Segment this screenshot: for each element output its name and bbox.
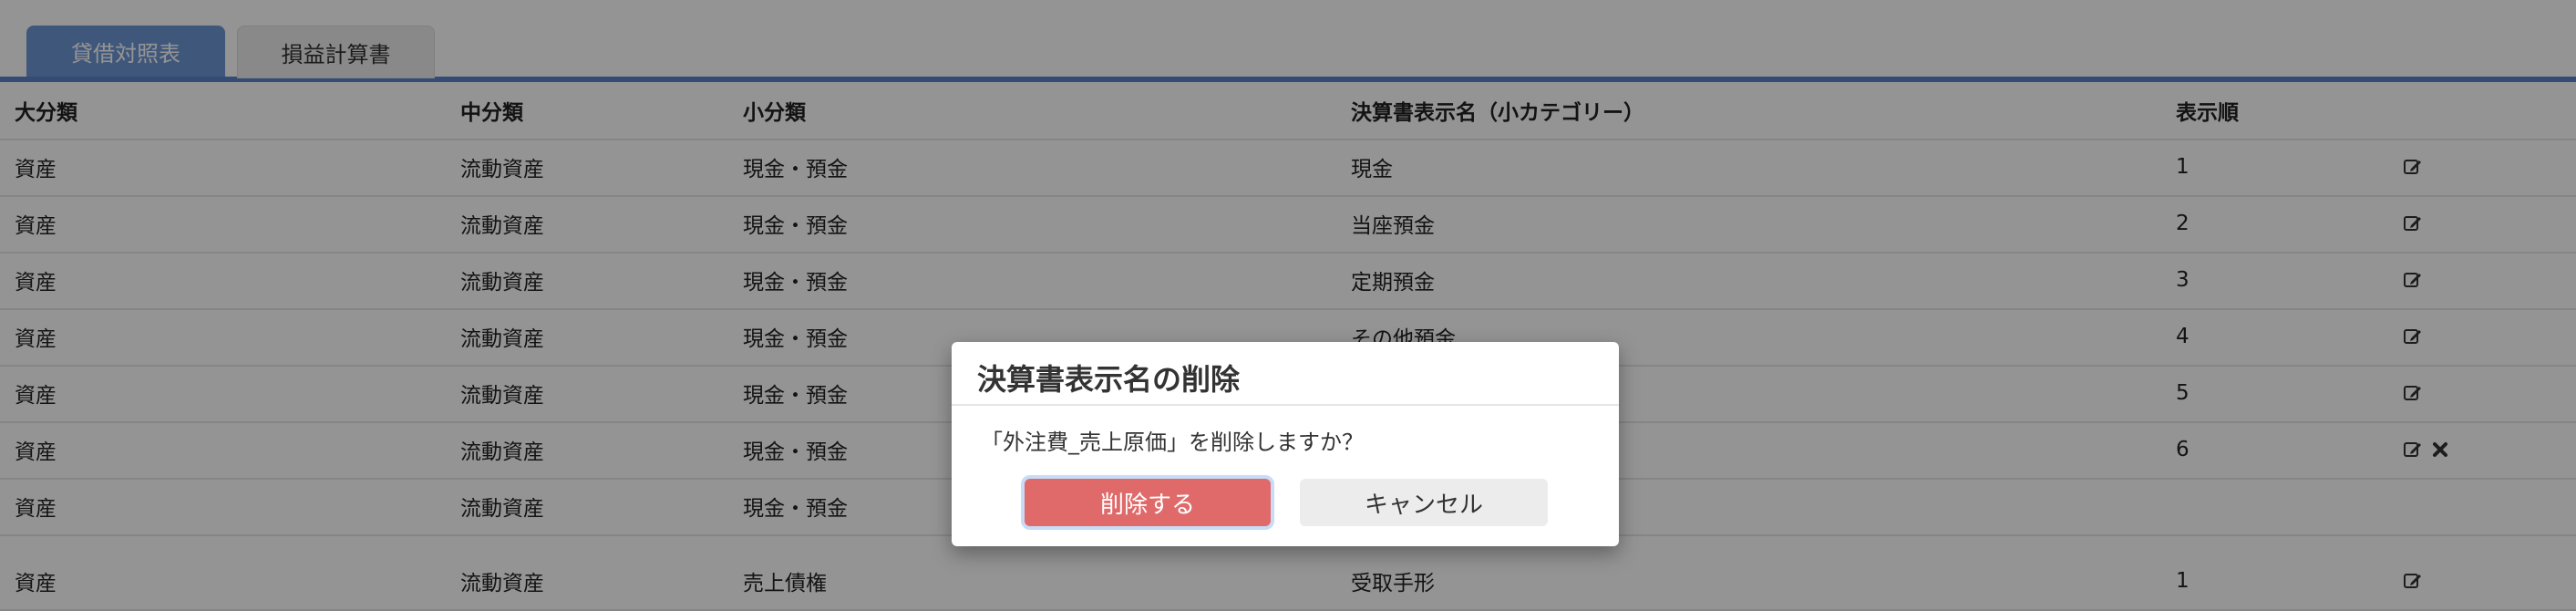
dialog-divider: [952, 404, 1619, 406]
cancel-button[interactable]: キャンセル: [1300, 479, 1548, 526]
dialog-title: 決算書表示名の削除: [977, 362, 1241, 397]
dialog-message: 「外注費_売上原価」を削除しますか？: [981, 430, 1364, 455]
delete-button[interactable]: 削除する: [1025, 479, 1271, 526]
delete-confirm-dialog: 決算書表示名の削除 「外注費_売上原価」を削除しますか？ 削除する キャンセル: [952, 342, 1619, 546]
app: 貸借対照表 損益計算書 大分類 中分類 小分類 決算書表示名（小カテゴリー） 表…: [0, 0, 2576, 611]
